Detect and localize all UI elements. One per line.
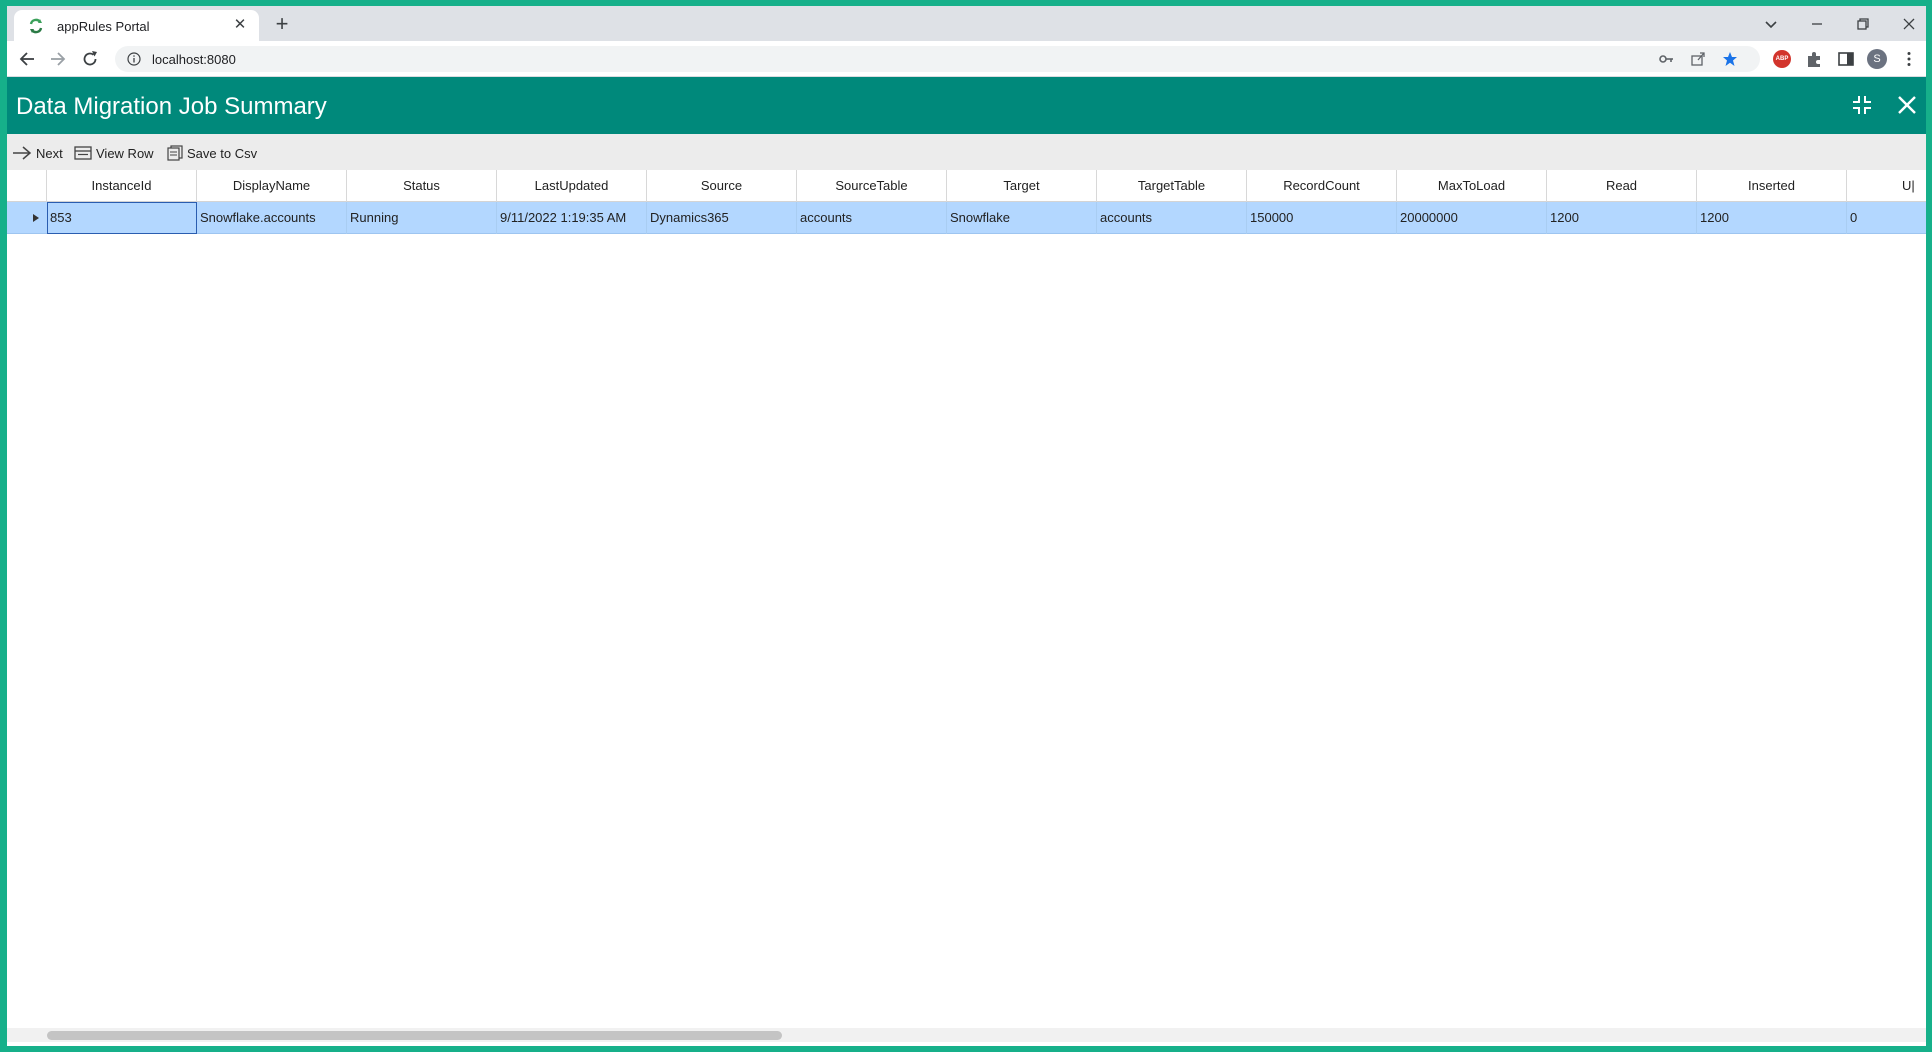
table-cell[interactable]: 0 xyxy=(1847,202,1926,234)
forward-icon[interactable] xyxy=(48,49,68,69)
tab-close-icon[interactable]: ✕ xyxy=(231,16,249,34)
view-row-button[interactable]: View Row xyxy=(74,143,154,163)
tab-title: appRules Portal xyxy=(57,19,150,34)
column-header[interactable]: U| xyxy=(1847,170,1926,202)
save-csv-button[interactable]: Save to Csv xyxy=(167,143,257,163)
column-header[interactable]: MaxToLoad xyxy=(1397,170,1547,202)
table-cell[interactable]: 9/11/2022 1:19:35 AM xyxy=(497,202,647,234)
column-header[interactable]: Read xyxy=(1547,170,1697,202)
collapse-icon[interactable] xyxy=(1850,93,1874,117)
csv-file-icon xyxy=(167,145,183,161)
row-selector[interactable] xyxy=(7,202,47,234)
table-cell[interactable]: accounts xyxy=(797,202,947,234)
browser-toolbar: localhost:8080 ABP S xyxy=(7,41,1926,77)
view-row-icon xyxy=(74,146,92,160)
tab-search-icon[interactable] xyxy=(1759,12,1783,36)
browser-menu-icon[interactable] xyxy=(1900,50,1918,68)
next-button[interactable]: Next xyxy=(12,143,63,163)
view-row-label: View Row xyxy=(96,145,154,161)
column-header[interactable]: Status xyxy=(347,170,497,202)
approles-favicon-icon xyxy=(29,18,43,34)
table-cell[interactable]: Snowflake xyxy=(947,202,1097,234)
table-cell[interactable]: 1200 xyxy=(1697,202,1847,234)
column-header[interactable]: InstanceId xyxy=(47,170,197,202)
url-text[interactable]: localhost:8080 xyxy=(152,52,236,67)
row-header-corner xyxy=(7,170,47,202)
column-header[interactable]: LastUpdated xyxy=(497,170,647,202)
browser-window: appRules Portal ✕ + localhost:8080 ABP S… xyxy=(7,6,1926,1046)
column-header[interactable]: Inserted xyxy=(1697,170,1847,202)
key-icon[interactable] xyxy=(1658,51,1674,67)
table-row[interactable]: 853 Snowflake.accounts Running 9/11/2022… xyxy=(7,202,1926,234)
reload-icon[interactable] xyxy=(80,49,100,69)
table-cell[interactable]: Running xyxy=(347,202,497,234)
address-bar[interactable]: localhost:8080 xyxy=(115,46,1760,72)
table-cell[interactable]: 20000000 xyxy=(1397,202,1547,234)
column-header[interactable]: Source xyxy=(647,170,797,202)
table-cell[interactable]: accounts xyxy=(1097,202,1247,234)
browser-tab[interactable]: appRules Portal ✕ xyxy=(14,10,259,41)
tab-strip: appRules Portal ✕ + xyxy=(7,6,1926,41)
column-header[interactable]: SourceTable xyxy=(797,170,947,202)
share-icon[interactable] xyxy=(1690,51,1706,67)
table-cell[interactable]: Snowflake.accounts xyxy=(197,202,347,234)
new-tab-button[interactable]: + xyxy=(272,13,292,35)
window-close-icon[interactable] xyxy=(1897,12,1921,36)
current-row-arrow-icon xyxy=(33,214,39,222)
close-icon[interactable] xyxy=(1895,93,1919,117)
bookmark-star-icon[interactable] xyxy=(1722,51,1738,67)
site-info-icon[interactable] xyxy=(127,52,141,66)
side-panel-icon[interactable] xyxy=(1837,50,1855,68)
column-header[interactable]: DisplayName xyxy=(197,170,347,202)
table-cell[interactable]: 150000 xyxy=(1247,202,1397,234)
arrow-right-icon xyxy=(13,146,32,160)
action-bar: Next View Row Save to Csv xyxy=(7,134,1926,170)
adblock-extension-icon[interactable]: ABP xyxy=(1773,50,1791,68)
scrollbar-thumb[interactable] xyxy=(47,1031,782,1040)
table-cell[interactable]: 1200 xyxy=(1547,202,1697,234)
table-cell[interactable]: 853 xyxy=(47,202,197,234)
table-cell[interactable]: Dynamics365 xyxy=(647,202,797,234)
column-header[interactable]: RecordCount xyxy=(1247,170,1397,202)
back-icon[interactable] xyxy=(17,49,37,69)
horizontal-scrollbar[interactable] xyxy=(7,1028,1926,1042)
restore-icon[interactable] xyxy=(1851,12,1875,36)
page-title: Data Migration Job Summary xyxy=(16,93,327,120)
minimize-icon[interactable] xyxy=(1805,12,1829,36)
save-csv-label: Save to Csv xyxy=(187,145,258,161)
column-header[interactable]: Target xyxy=(947,170,1097,202)
column-header[interactable]: TargetTable xyxy=(1097,170,1247,202)
extensions-puzzle-icon[interactable] xyxy=(1805,50,1823,68)
app-header: Data Migration Job Summary xyxy=(7,77,1926,134)
grid-header-row: InstanceId DisplayName Status LastUpdate… xyxy=(7,170,1926,202)
job-summary-grid: InstanceId DisplayName Status LastUpdate… xyxy=(7,170,1926,1030)
profile-avatar[interactable]: S xyxy=(1867,49,1887,69)
next-label: Next xyxy=(36,145,63,161)
